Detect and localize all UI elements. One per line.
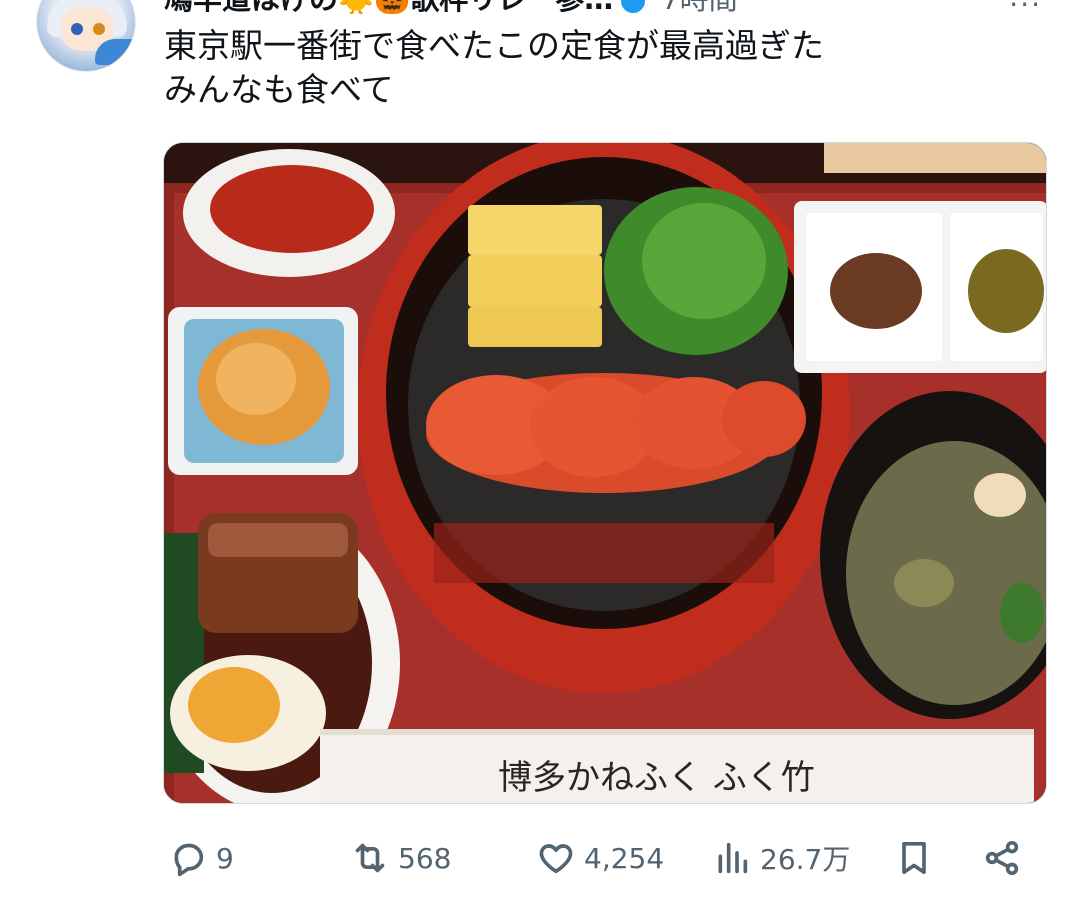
avatar[interactable] [36,0,136,72]
chopstick-sleeve-label: 博多かねふく ふく竹 [498,758,815,798]
like-count: 4,254 [584,841,665,875]
avatar-fin [95,39,135,65]
retweet-button[interactable]: 568 [350,832,451,884]
verified-badge-icon [621,0,646,13]
tweet-header: 鳩羊道ほげの🐥🎃歌枠リレー参… 7時間 [164,0,738,14]
reply-icon [174,843,204,877]
reply-count: 9 [216,841,234,875]
retweet-count: 568 [398,841,452,875]
author-display-name[interactable]: 鳩羊道ほげの🐥🎃歌枠リレー参… [164,0,613,16]
share-button[interactable] [982,832,1022,884]
tweet-text: 東京駅一番街で食べたこの定食が最高過ぎた みんなも食べて [164,26,824,109]
heart-icon [539,844,573,874]
like-button[interactable]: 4,254 [536,832,664,884]
reply-button[interactable]: 9 [168,832,234,884]
analytics-icon [718,842,748,874]
meal-photo-illustration: 博多かねふく ふく竹 [164,143,1046,803]
views-button[interactable]: 26.7万 [712,832,850,884]
share-icon [985,841,1019,875]
avatar-eye-right [93,23,105,35]
avatar-eye-left [71,23,83,35]
retweet-icon [355,843,385,873]
bookmark-button[interactable] [894,832,934,884]
more-options-button[interactable]: ··· [1009,0,1042,21]
bookmark-icon [902,842,926,874]
tweet-photo[interactable]: 博多かねふく ふく竹 [163,142,1047,804]
tweet-time[interactable]: 7時間 [661,0,737,16]
action-bar: 9 568 4,254 26.7万 [0,832,1080,884]
views-count: 26.7万 [760,843,851,876]
tweet: 鳩羊道ほげの🐥🎃歌枠リレー参… 7時間 ··· 東京駅一番街で食べたこの定食が最高… [0,0,1080,910]
